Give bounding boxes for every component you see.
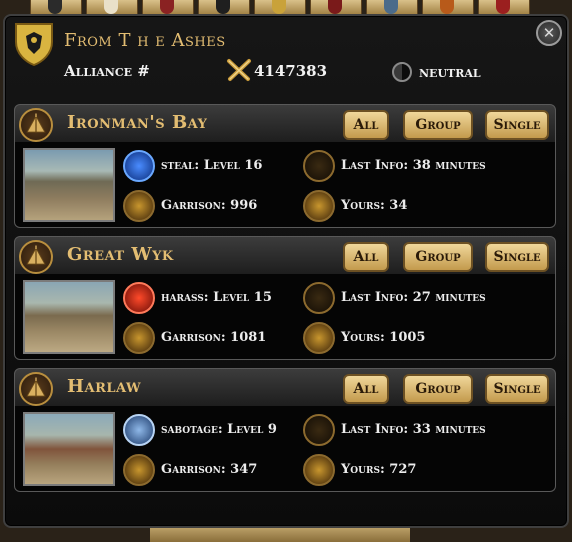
alliance-power: 4147383 (254, 62, 328, 80)
last-info: Last Info: 33 minutes (341, 422, 486, 437)
action-level: harass: Level 15 (161, 290, 272, 305)
helmet-icon (303, 322, 335, 354)
map-background (150, 528, 410, 542)
action-level: steal: Level 16 (161, 158, 263, 173)
attack-all-button[interactable]: All (343, 110, 389, 140)
last-info: Last Info: 38 minutes (341, 158, 486, 173)
target-name: Great Wyk (67, 244, 174, 265)
spider-web-icon (303, 282, 335, 314)
attack-single-button[interactable]: Single (485, 374, 549, 404)
target-card: Ironman's Bay All Group Single steal: Le… (14, 104, 556, 228)
attack-group-button[interactable]: Group (403, 374, 473, 404)
target-name: Ironman's Bay (67, 112, 208, 133)
tent-icon (19, 240, 53, 274)
target-details: steal: Level 16 Last Info: 38 minutes Ga… (14, 142, 556, 228)
alliance-name: From T h e Ashes (64, 30, 226, 51)
camp-thumbnail[interactable] (23, 280, 115, 354)
spider-web-icon (303, 414, 335, 446)
target-header: Harlaw All Group Single (14, 368, 556, 408)
spider-web-icon (303, 150, 335, 182)
helmet-icon (123, 190, 155, 222)
target-card: Great Wyk All Group Single harass: Level… (14, 236, 556, 360)
house-shield-icon (15, 23, 53, 66)
target-details: harass: Level 15 Last Info: 27 minutes G… (14, 274, 556, 360)
your-troops: Yours: 34 (341, 198, 408, 213)
helmet-icon (123, 454, 155, 486)
attack-single-button[interactable]: Single (485, 110, 549, 140)
crossed-swords-icon (227, 59, 251, 81)
attack-all-button[interactable]: All (343, 242, 389, 272)
harass-icon (123, 282, 155, 314)
your-troops: Yours: 727 (341, 462, 417, 477)
attack-all-button[interactable]: All (343, 374, 389, 404)
tent-icon (19, 108, 53, 142)
steal-icon (123, 150, 155, 182)
garrison-count: Garrison: 347 (161, 462, 258, 477)
garrison-count: Garrison: 1081 (161, 330, 267, 345)
attack-group-button[interactable]: Group (403, 110, 473, 140)
target-header: Ironman's Bay All Group Single (14, 104, 556, 144)
tent-icon (19, 372, 53, 406)
target-details: sabotage: Level 9 Last Info: 33 minutes … (14, 406, 556, 492)
helmet-icon (303, 454, 335, 486)
target-card: Harlaw All Group Single sabotage: Level … (14, 368, 556, 492)
last-info: Last Info: 27 minutes (341, 290, 486, 305)
target-header: Great Wyk All Group Single (14, 236, 556, 276)
action-level: sabotage: Level 9 (161, 422, 277, 437)
garrison-count: Garrison: 996 (161, 198, 258, 213)
helmet-icon (303, 190, 335, 222)
helmet-icon (123, 322, 155, 354)
neutral-stance-icon (392, 62, 412, 82)
stance-label: neutral (419, 63, 481, 81)
camp-thumbnail[interactable] (23, 148, 115, 222)
attack-single-button[interactable]: Single (485, 242, 549, 272)
target-name: Harlaw (67, 376, 142, 397)
close-button[interactable]: ✕ (536, 20, 562, 46)
attack-group-button[interactable]: Group (403, 242, 473, 272)
alliance-rank-label: Alliance # (64, 62, 150, 80)
your-troops: Yours: 1005 (341, 330, 426, 345)
camp-thumbnail[interactable] (23, 412, 115, 486)
close-icon: ✕ (542, 24, 556, 42)
sabotage-icon (123, 414, 155, 446)
